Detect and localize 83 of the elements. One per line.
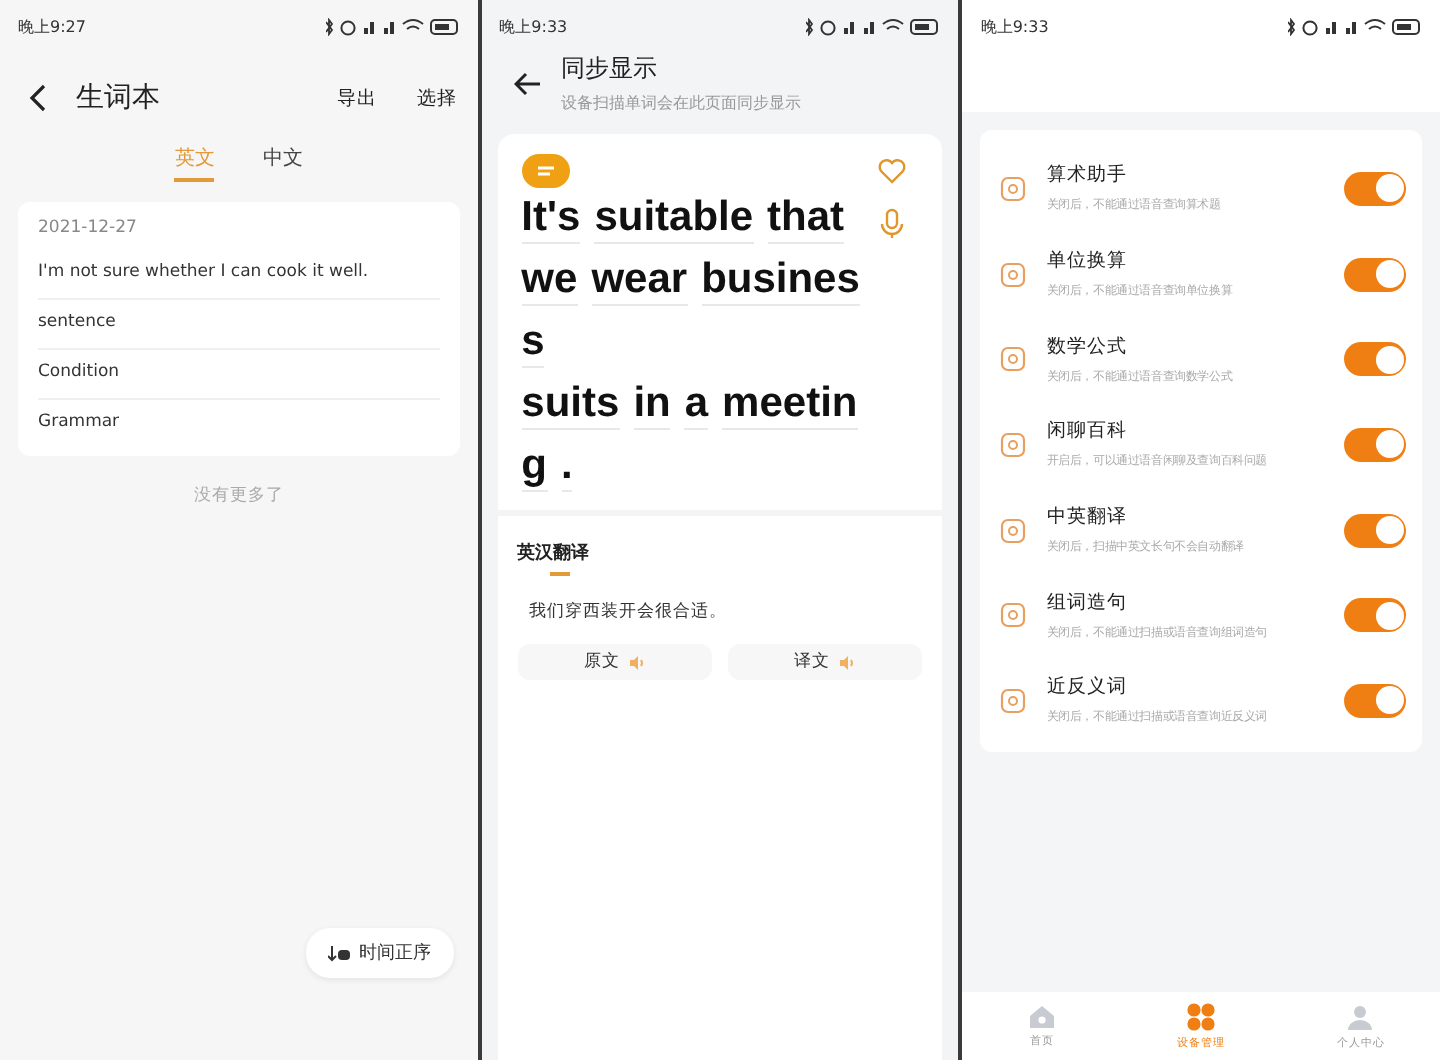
end-of-list-text: 没有更多了 [191, 484, 286, 508]
word[interactable]: we [521, 256, 578, 306]
toggle-switch[interactable] [1344, 513, 1407, 548]
page-title: 生词本 [76, 80, 160, 116]
signal-icon [1324, 17, 1339, 35]
toggle-switch[interactable] [1344, 683, 1407, 718]
person-icon [1346, 1003, 1375, 1031]
setting-title: 中英翻译 [1046, 504, 1127, 531]
word-item[interactable]: Condition [38, 350, 440, 400]
grid-icon [1186, 1002, 1217, 1032]
word-item[interactable]: sentence [38, 300, 440, 350]
toggle-switch[interactable] [1344, 342, 1407, 377]
status-time: 晚上9:33 [499, 15, 568, 37]
heart-icon[interactable] [878, 158, 907, 184]
home-icon [1028, 1004, 1057, 1030]
toggle-switch[interactable] [1344, 427, 1407, 462]
alarm-icon [1302, 17, 1319, 35]
play-button[interactable]: 译文 [728, 644, 923, 680]
sort-button[interactable]: 时间正序 [305, 928, 454, 978]
speaker-icon [840, 655, 857, 669]
play-button[interactable]: 原文 [517, 644, 713, 680]
feature-icon [1000, 687, 1027, 714]
setting-title: 单位换算 [1046, 248, 1127, 275]
feature-icon [1000, 602, 1027, 629]
signal-icon [381, 17, 396, 35]
setting-title: 数学公式 [1046, 333, 1127, 360]
tab[interactable]: 中文 [262, 144, 303, 182]
word-item[interactable]: Grammar [38, 400, 440, 448]
wifi-icon [401, 17, 424, 35]
date-label: 2021-12-27 [38, 218, 139, 238]
word[interactable]: It's [521, 194, 581, 244]
translation-text: 我们穿西装开会很合适。 [529, 600, 730, 624]
word[interactable]: wear [591, 256, 688, 306]
feature-icon [1000, 175, 1027, 202]
page-title: 同步显示 [561, 52, 660, 86]
bluetooth-icon [806, 17, 815, 35]
word[interactable]: meetin [722, 380, 858, 430]
page-subtitle: 设备扫描单词会在此页面同步显示 [561, 92, 802, 114]
word[interactable]: that [767, 194, 845, 244]
word[interactable]: . [561, 442, 573, 492]
translation-tab[interactable]: 英汉翻译 [517, 540, 590, 580]
feature-icon [1000, 346, 1027, 373]
feature-icon [1000, 517, 1027, 544]
wifi-icon [1364, 17, 1387, 35]
speaker-icon [629, 655, 646, 669]
toggle-switch[interactable] [1344, 171, 1407, 206]
back-icon[interactable] [28, 84, 48, 112]
setting-title: 闲聊百科 [1046, 418, 1127, 445]
word[interactable]: g [521, 442, 547, 492]
toggle-switch[interactable] [1344, 598, 1407, 633]
battery-icon [910, 17, 939, 35]
status-time: 晚上9:33 [980, 15, 1049, 37]
bluetooth-icon [325, 17, 334, 35]
signal-icon [1344, 17, 1359, 35]
alarm-icon [820, 17, 837, 35]
alarm-icon [339, 17, 356, 35]
word[interactable]: suitable [594, 194, 754, 244]
back-icon[interactable] [513, 71, 542, 95]
header-action[interactable]: 选择 [405, 85, 458, 111]
sort-icon [327, 945, 350, 961]
word[interactable]: busines [701, 256, 860, 306]
microphone-icon[interactable] [880, 208, 905, 240]
status-time: 晚上9:27 [18, 15, 86, 37]
sentence-item[interactable]: I'm not sure whether I can cook it well. [38, 250, 440, 300]
header-action[interactable]: 导出 [325, 85, 378, 111]
feature-icon [1000, 261, 1027, 288]
toggle-switch[interactable] [1344, 257, 1407, 292]
word[interactable]: a [684, 380, 709, 430]
battery-icon [429, 17, 458, 35]
word[interactable]: s [521, 318, 545, 368]
word[interactable]: in [633, 380, 671, 430]
wifi-icon [882, 17, 905, 35]
battery-icon [1392, 17, 1421, 35]
signal-icon [842, 17, 857, 35]
bluetooth-icon [1288, 17, 1297, 35]
word[interactable]: suits [521, 380, 620, 430]
setting-title: 算术助手 [1046, 162, 1127, 189]
signal-icon [361, 17, 376, 35]
signal-icon [862, 17, 877, 35]
setting-title: 近反义词 [1046, 674, 1127, 701]
feature-icon [1000, 431, 1027, 458]
menu-icon[interactable] [521, 154, 570, 188]
setting-title: 组词造句 [1046, 589, 1127, 616]
